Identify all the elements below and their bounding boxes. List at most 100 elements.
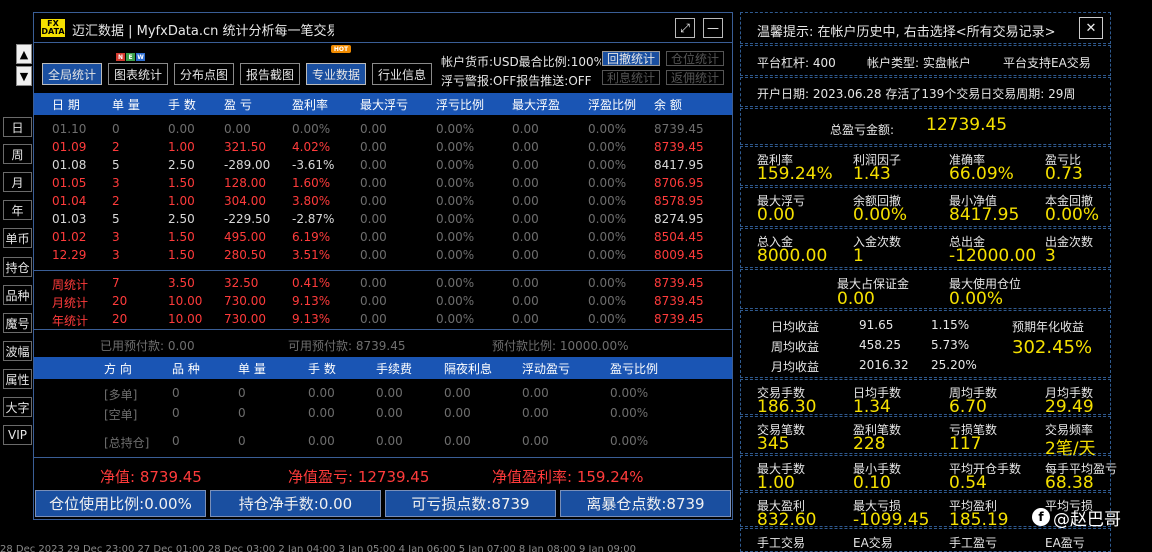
close-tip-button[interactable]: ✕ [1079, 17, 1103, 39]
cell-swap: 0.00 [444, 386, 471, 400]
stat-value: 186.30 [757, 397, 817, 417]
cell-lots: 10.00 [168, 294, 203, 308]
stat-value: 1.34 [853, 397, 891, 417]
used-prepaid: 已用预付款: 0.00 [100, 339, 195, 353]
table-row: 01.02 3 1.50 495.00 6.19% 0.00 0.00% 0.00 0.00% 8… [34, 229, 732, 247]
cell-max-float-loss: 0.00 [360, 194, 387, 208]
cell-pnl: 730.00 [224, 312, 266, 326]
side-button-3[interactable]: 年 [3, 200, 32, 220]
column-header: 浮亏比例 [436, 98, 485, 112]
resize-button[interactable]: ⤢ [675, 18, 695, 38]
cell-float-profit-pct: 0.00% [588, 176, 627, 190]
cell-max-float-loss: 0.00 [360, 312, 387, 326]
margin-call-points-button[interactable]: 离暴仓点数:8739 [560, 490, 731, 517]
cell-lots: 0.00 [168, 122, 195, 136]
cell-balance: 8009.45 [654, 248, 704, 262]
avg-amount: 91.65 [859, 318, 894, 332]
net-equity: 净值: 8739.45 [100, 468, 202, 486]
stat-value: 345 [757, 434, 790, 454]
scroll-up-button[interactable]: ▲ [16, 44, 32, 64]
cell-float-profit-pct: 0.00% [588, 276, 627, 290]
open-info-box: 开户日期: 2023.06.28 存活了139个交易日交易周期: 29周 [740, 77, 1111, 107]
stat-value: 8000.00 [757, 246, 828, 266]
cell-balance: 8578.95 [654, 194, 704, 208]
position-stats-button[interactable]: 仓位统计 [666, 51, 724, 66]
side-button-8[interactable]: 波幅 [3, 341, 32, 361]
stat-value: 29.49 [1045, 397, 1094, 417]
cell-count: 3 [112, 230, 120, 244]
total-pnl-box: 总盈亏金额: 12739.45 [740, 108, 1111, 145]
minimize-button[interactable]: — [703, 18, 723, 38]
table-row: 01.10 0 0.00 0.00 0.00% 0.00 0.00% 0.00 0.00% 873… [34, 121, 732, 139]
side-button-6[interactable]: 品种 [3, 285, 32, 305]
cell-pnl: -229.50 [224, 212, 271, 226]
column-header: 浮盈比例 [588, 98, 637, 112]
side-button-4[interactable]: 单币 [3, 228, 32, 248]
max-margin-value: 0.00 [837, 289, 875, 309]
side-button-5[interactable]: 持仓 [3, 257, 32, 277]
leverage: 平台杠杆: 400 [757, 56, 836, 70]
cell-max-float-profit: 0.00 [512, 212, 539, 226]
daily-table-header: 日 期 单 量 手 数 盈 亏 盈利率 最大浮亏 浮亏比例 最大浮盈 浮盈比例 余 额 [34, 93, 732, 115]
cell-balance: 8504.45 [654, 230, 704, 244]
close-icon: ✕ [1085, 20, 1097, 36]
annual-return-label: 预期年化收益 [1012, 320, 1085, 334]
side-button-7[interactable]: 魔号 [3, 313, 32, 333]
title-bar: FX DATA 迈汇数据 | MyfxData.cn 统计分析每一笔交易 ⤢ — [34, 13, 732, 43]
cell-date: 周统计 [52, 278, 89, 292]
cell-date: 01.08 [52, 158, 87, 172]
cell-float-profit-pct: 0.00% [588, 294, 627, 308]
cell-count: 3 [112, 176, 120, 190]
tab-distribution[interactable]: 分布点图 [174, 63, 234, 85]
open-info: 开户日期: 2023.06.28 存活了139个交易日交易周期: 29周 [757, 87, 1076, 101]
side-button-11[interactable]: VIP [3, 425, 32, 445]
cell-balance: 8274.95 [654, 212, 704, 226]
tab-industry-info[interactable]: 行业信息 [372, 63, 432, 85]
side-button-1[interactable]: 周 [3, 144, 32, 164]
cell-lots: 2.50 [168, 212, 195, 226]
loss-points-button[interactable]: 可亏损点数:8739 [385, 490, 556, 517]
retracement-stats-button[interactable]: 回撤统计 [602, 51, 660, 66]
column-header: 单 量 [238, 362, 266, 376]
cell-float-profit-pct: 0.00% [588, 212, 627, 226]
column-header: 最大浮盈 [512, 98, 561, 112]
net-lots-button[interactable]: 持仓净手数:0.00 [210, 490, 381, 517]
side-button-0[interactable]: 日 [3, 117, 32, 137]
side-button-9[interactable]: 属性 [3, 369, 32, 389]
cell-pnl: 128.00 [224, 176, 266, 190]
side-button-10[interactable]: 大字 [3, 397, 32, 417]
cell-max-float-profit: 0.00 [512, 194, 539, 208]
cell-rate: 9.13% [292, 312, 331, 326]
tab-pro-data[interactable]: 专业数据 [306, 63, 366, 85]
side-button-2[interactable]: 月 [3, 172, 32, 192]
table-row: 年统计 20 10.00 730.00 9.13% 0.00 0.00% 0.00 0.00% 8… [34, 311, 732, 329]
stat-group-stats6: 最大手数 1.00 最小手数 0.10 平均开仓手数 0.54 每手平均盈亏 68.38 [740, 455, 1117, 493]
main-window: FX DATA 迈汇数据 | MyfxData.cn 统计分析每一笔交易 ⤢ —… [33, 12, 733, 520]
cell-date: 01.09 [52, 140, 87, 154]
cell-rate: 6.19% [292, 230, 331, 244]
cell-max-float-loss: 0.00 [360, 212, 387, 226]
cell-date: 01.10 [52, 122, 87, 136]
tab-chart-stats[interactable]: 图表统计 [108, 63, 168, 85]
column-header: 品 种 [172, 362, 200, 376]
tab-global-stats[interactable]: 全局统计 [42, 63, 102, 85]
avg-amount: 2016.32 [859, 358, 909, 372]
interest-stats-button[interactable]: 利息统计 [602, 70, 660, 85]
scroll-down-button[interactable]: ▼ [16, 66, 32, 86]
watermark-icon: f [1032, 508, 1050, 526]
tab-report-screenshot[interactable]: 报告截图 [240, 63, 300, 85]
rebate-stats-button[interactable]: 返佣统计 [666, 70, 724, 85]
cell-float-loss-pct: 0.00% [436, 276, 475, 290]
cell-max-float-loss: 0.00 [360, 276, 387, 290]
cell-float-profit-pct: 0.00% [588, 312, 627, 326]
cell-max-float-profit: 0.00 [512, 176, 539, 190]
cell-float-loss-pct: 0.00% [436, 176, 475, 190]
ea-support: 平台支持EA交易 [1003, 56, 1091, 70]
badge-new-w: W [136, 53, 145, 61]
prepaid-row: 已用预付款: 0.00 可用预付款: 8739.45 预付款比例: 10000.… [34, 336, 732, 354]
column-header: 手续费 [376, 362, 413, 376]
watermark: f @赵巴哥 [1032, 504, 1142, 530]
position-usage-button[interactable]: 仓位使用比例:0.00% [35, 490, 206, 517]
badge-new-e: E [126, 53, 135, 61]
stat-group-stats5: 交易笔数 345 盈利笔数 228 亏损笔数 117 交易频率 2笔/天 [740, 416, 1111, 459]
